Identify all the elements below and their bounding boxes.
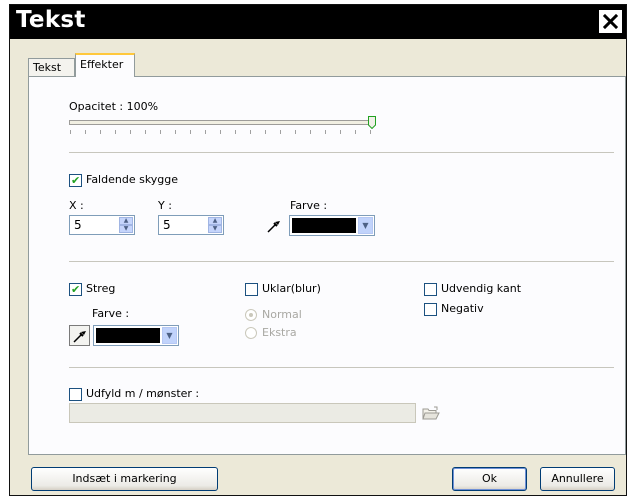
- blur-normal-label: Normal: [262, 308, 302, 321]
- drop-shadow-checkbox[interactable]: ✔: [69, 174, 82, 187]
- negative-label: Negativ: [441, 302, 484, 315]
- chevron-down-icon[interactable]: ▼: [162, 327, 177, 344]
- cancel-button[interactable]: Annullere: [540, 467, 615, 491]
- stroke-label: Streg: [86, 282, 116, 295]
- blur-checkbox[interactable]: [245, 283, 258, 296]
- separator: [69, 152, 614, 153]
- title-bar: Tekst: [10, 5, 626, 39]
- stroke-checkbox[interactable]: ✔: [69, 283, 82, 296]
- chevron-down-icon[interactable]: ▼: [358, 217, 373, 234]
- fill-pattern-checkbox[interactable]: [69, 388, 82, 401]
- y-offset-value: 5: [163, 218, 171, 232]
- stroke-color-label: Farve :: [92, 307, 130, 320]
- separator: [69, 367, 614, 368]
- stroke-color-select[interactable]: ▼: [93, 325, 179, 346]
- blur-label: Uklar(blur): [262, 282, 321, 295]
- y-offset-input[interactable]: 5 ▲ ▼: [158, 215, 224, 235]
- tab-tekst[interactable]: Tekst: [28, 58, 75, 76]
- slider-thumb[interactable]: [368, 116, 376, 129]
- pattern-path-field[interactable]: [69, 403, 416, 423]
- stroke-eyedropper-button[interactable]: [69, 325, 90, 346]
- open-folder-icon[interactable]: [422, 406, 440, 421]
- eyedropper-icon[interactable]: [266, 218, 282, 234]
- effects-panel: Opacitet : 100% ✔ Faldende skygge X : 5 …: [28, 76, 626, 455]
- eyedropper-icon: [73, 331, 86, 343]
- close-button[interactable]: [599, 10, 622, 33]
- blur-normal-radio[interactable]: [245, 309, 257, 321]
- stroke-color-swatch: [96, 328, 160, 343]
- y-label: Y :: [158, 199, 172, 212]
- blur-ekstra-radio[interactable]: [245, 327, 257, 339]
- outer-edge-label: Udvendig kant: [441, 282, 522, 295]
- shadow-color-label: Farve :: [290, 199, 328, 212]
- spin-arrows-icon[interactable]: ▲ ▼: [119, 217, 133, 233]
- text-dialog: Tekst Tekst Effekter Opacitet : 100% ✔ F…: [9, 4, 627, 496]
- x-offset-value: 5: [74, 218, 82, 232]
- fill-pattern-label: Udfyld m / mønster :: [86, 387, 200, 400]
- shadow-color-swatch: [292, 218, 356, 233]
- drop-shadow-label: Faldende skygge: [86, 173, 179, 186]
- shadow-color-select[interactable]: ▼: [289, 215, 375, 236]
- dialog-title: Tekst: [16, 7, 86, 33]
- separator: [69, 261, 614, 262]
- x-offset-input[interactable]: 5 ▲ ▼: [69, 215, 135, 235]
- outer-edge-checkbox[interactable]: [424, 283, 437, 296]
- opacity-label: Opacitet : 100%: [69, 100, 159, 113]
- opacity-slider[interactable]: [69, 120, 374, 125]
- negative-checkbox[interactable]: [424, 303, 437, 316]
- tab-effekter[interactable]: Effekter: [75, 53, 135, 77]
- ok-button[interactable]: Ok: [452, 467, 527, 491]
- x-label: X :: [69, 199, 84, 212]
- insert-into-selection-button[interactable]: Indsæt i markering: [31, 467, 218, 491]
- close-icon: [603, 14, 618, 29]
- blur-ekstra-label: Ekstra: [262, 326, 297, 339]
- spin-arrows-icon[interactable]: ▲ ▼: [208, 217, 222, 233]
